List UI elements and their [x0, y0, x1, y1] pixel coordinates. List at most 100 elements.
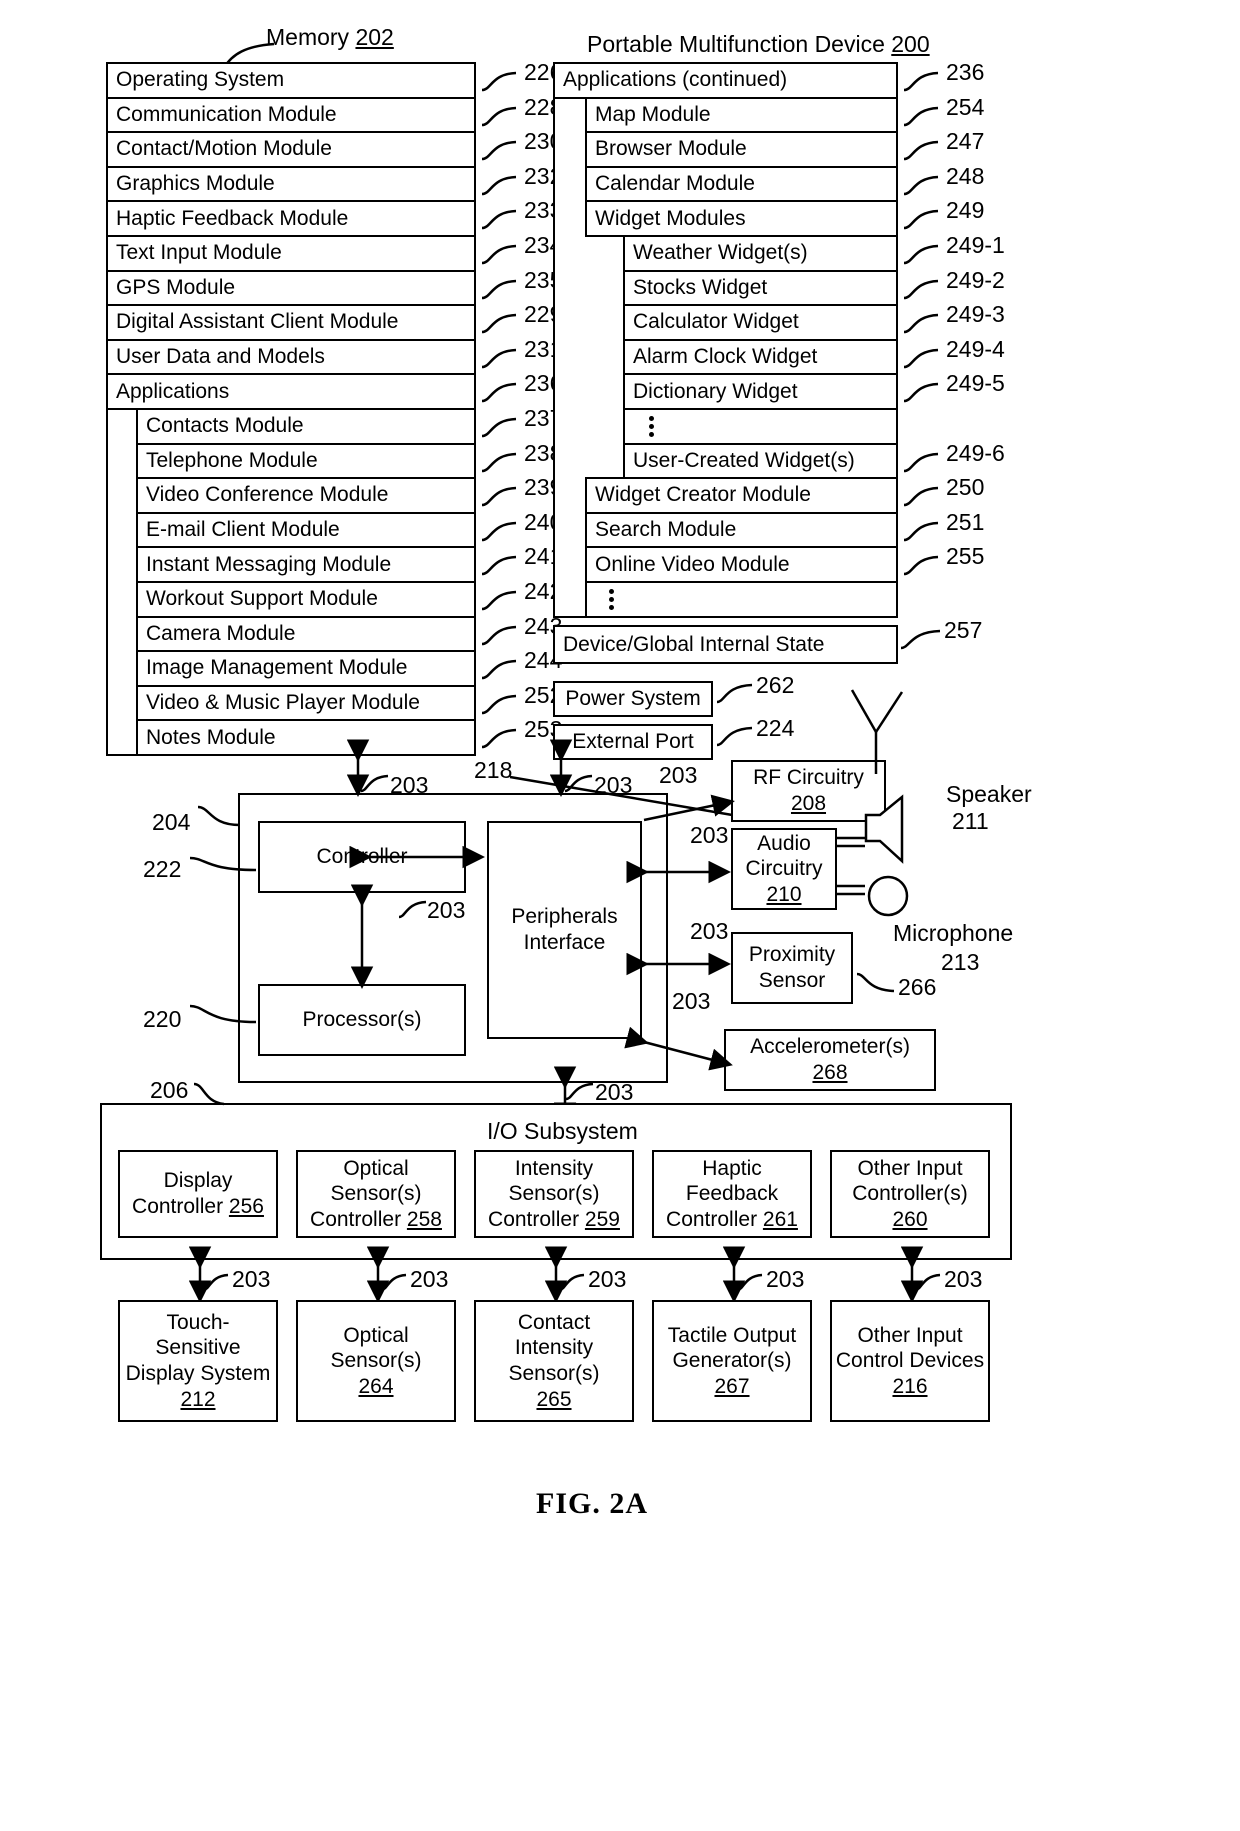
applications-item: Browser Module [585, 131, 898, 168]
applications-item-label: User-Created Widget(s) [633, 448, 855, 472]
applications-item: User-Created Widget(s) [623, 442, 898, 480]
memory-item-label: Digital Assistant Client Module [116, 310, 399, 334]
memory-item: User Data and Models [106, 338, 476, 376]
memory-item: Operating System [106, 62, 476, 99]
applications-item-label: Dictionary Widget [633, 379, 798, 403]
memory-title: Memory 202 [266, 24, 394, 51]
io-device-line: Sensor(s) [508, 1362, 600, 1385]
external-port-label: External Port [572, 730, 694, 753]
ref-leader [481, 140, 517, 161]
applications-item-ref: 255 [946, 543, 985, 570]
memory-item-label: Contact/Motion Module [116, 137, 332, 161]
io-controller-line: Feedback [685, 1182, 779, 1206]
ref-leader [903, 348, 939, 369]
memory-item: Contact/Motion Module [106, 131, 476, 168]
vertical-ellipsis-icon [649, 414, 654, 439]
applications-item-ref: 249 [946, 197, 985, 224]
applications-item-label: Map Module [595, 102, 711, 126]
ref-203-io: 203 [410, 1266, 449, 1292]
ref-leader [481, 729, 517, 749]
leader-203-io [736, 1273, 763, 1292]
io-controller-line: Controller 261 [666, 1207, 798, 1231]
io-device-line: Optical [343, 1323, 409, 1347]
device-title-text: Portable Multifunction Device [587, 31, 885, 57]
applications-item: Widget Modules [585, 200, 898, 237]
ref-leader [481, 486, 517, 507]
leader-257 [900, 629, 941, 650]
applications-item: Alarm Clock Widget [623, 338, 898, 376]
applications-item-ref: 254 [946, 93, 985, 120]
memory-item-label: Video & Music Player Module [146, 691, 420, 715]
io-device-box: Touch- Sensitive Display System 212 [118, 1300, 278, 1422]
io-controller-line: Controller(s) 260 [852, 1182, 968, 1231]
applications-item-label: Browser Module [595, 137, 747, 161]
applications-item: Online Video Module [585, 546, 898, 583]
power-system-label: Power System [565, 687, 701, 710]
io-controller-box: Display Controller 256 [118, 1150, 278, 1238]
memory-item-label: Graphics Module [116, 172, 275, 196]
io-controller-ref: 260 [892, 1207, 928, 1231]
ref-203-io: 203 [766, 1266, 805, 1292]
applications-item-ref: 236 [946, 59, 985, 85]
applications-item-ref: 249-4 [946, 335, 1005, 362]
memory-item-label: E-mail Client Module [146, 518, 340, 542]
io-device-line: Contact [517, 1310, 591, 1334]
ref-203-io: 203 [944, 1266, 983, 1292]
ref-leader [903, 175, 939, 196]
ref-203-io: 203 [588, 1266, 627, 1292]
io-controller-line: Optical [343, 1156, 409, 1180]
memory-item-label: Image Management Module [146, 656, 408, 680]
leader-203-io [380, 1273, 407, 1292]
memory-item-label: Communication Module [116, 102, 337, 126]
leader-203-io [202, 1273, 229, 1292]
applications-item: Applications (continued) [553, 62, 898, 99]
ref-leader [481, 383, 517, 403]
io-device-line: Sensitive [155, 1336, 241, 1360]
applications-item-label: Online Video Module [595, 552, 790, 576]
ref-leader [903, 452, 939, 472]
applications-item-label: Stocks Widget [633, 275, 768, 299]
io-controller-line: Controller 256 [132, 1195, 264, 1218]
applications-item-label: Alarm Clock Widget [633, 345, 818, 369]
ref-leader [481, 556, 517, 576]
memory-item: Instant Messaging Module [136, 546, 476, 583]
io-controller-box: Optical Sensor(s) Controller 258 [296, 1150, 456, 1238]
memory-item: Image Management Module [136, 650, 476, 687]
ref-leader [903, 521, 939, 542]
io-controller-box: Haptic Feedback Controller 261 [652, 1150, 812, 1238]
ref-leader [481, 659, 517, 680]
ref-203-d: 203 [427, 897, 466, 923]
io-controller-line: Haptic [702, 1156, 762, 1180]
leader-203-io [914, 1273, 941, 1292]
memory-item: Digital Assistant Client Module [106, 304, 476, 341]
memory-item: Communication Module [106, 96, 476, 134]
ref-leader [481, 106, 517, 126]
applications-item-label: Calculator Widget [633, 310, 799, 334]
io-device-box: Tactile Output Generator(s) 267 [652, 1300, 812, 1422]
ref-leader [903, 486, 939, 507]
io-device-line: Generator(s) [672, 1349, 792, 1373]
memory-item-label: Text Input Module [116, 241, 282, 265]
memory-item: Text Input Module [106, 235, 476, 272]
io-controller-line: Other Input [857, 1156, 963, 1180]
io-controller-line: Display [163, 1169, 233, 1193]
device-global-internal-state-label: Device/Global Internal State [563, 632, 825, 656]
ref-leader [481, 625, 517, 645]
memory-item-label: Video Conference Module [146, 483, 389, 507]
io-device-box: Optical Sensor(s) 264 [296, 1300, 456, 1422]
applications-item-ref: 249-5 [946, 370, 1005, 397]
memory-item-label: Telephone Module [146, 448, 318, 472]
memory-item: Haptic Feedback Module [106, 200, 476, 237]
io-controller-ref: 261 [762, 1207, 798, 1231]
io-controller-line: Sensor(s) [330, 1182, 422, 1206]
memory-item-label: Applications [116, 379, 230, 403]
ref-leader [481, 210, 517, 230]
applications-ellipsis-row [623, 408, 898, 445]
ref-leader [481, 694, 517, 715]
io-controller-line: Controller 258 [310, 1207, 442, 1231]
ref-leader [903, 313, 939, 334]
applications-item: Calendar Module [585, 165, 898, 203]
leader-262 [716, 683, 753, 704]
ref-leader [481, 590, 517, 611]
memory-item: GPS Module [106, 269, 476, 307]
